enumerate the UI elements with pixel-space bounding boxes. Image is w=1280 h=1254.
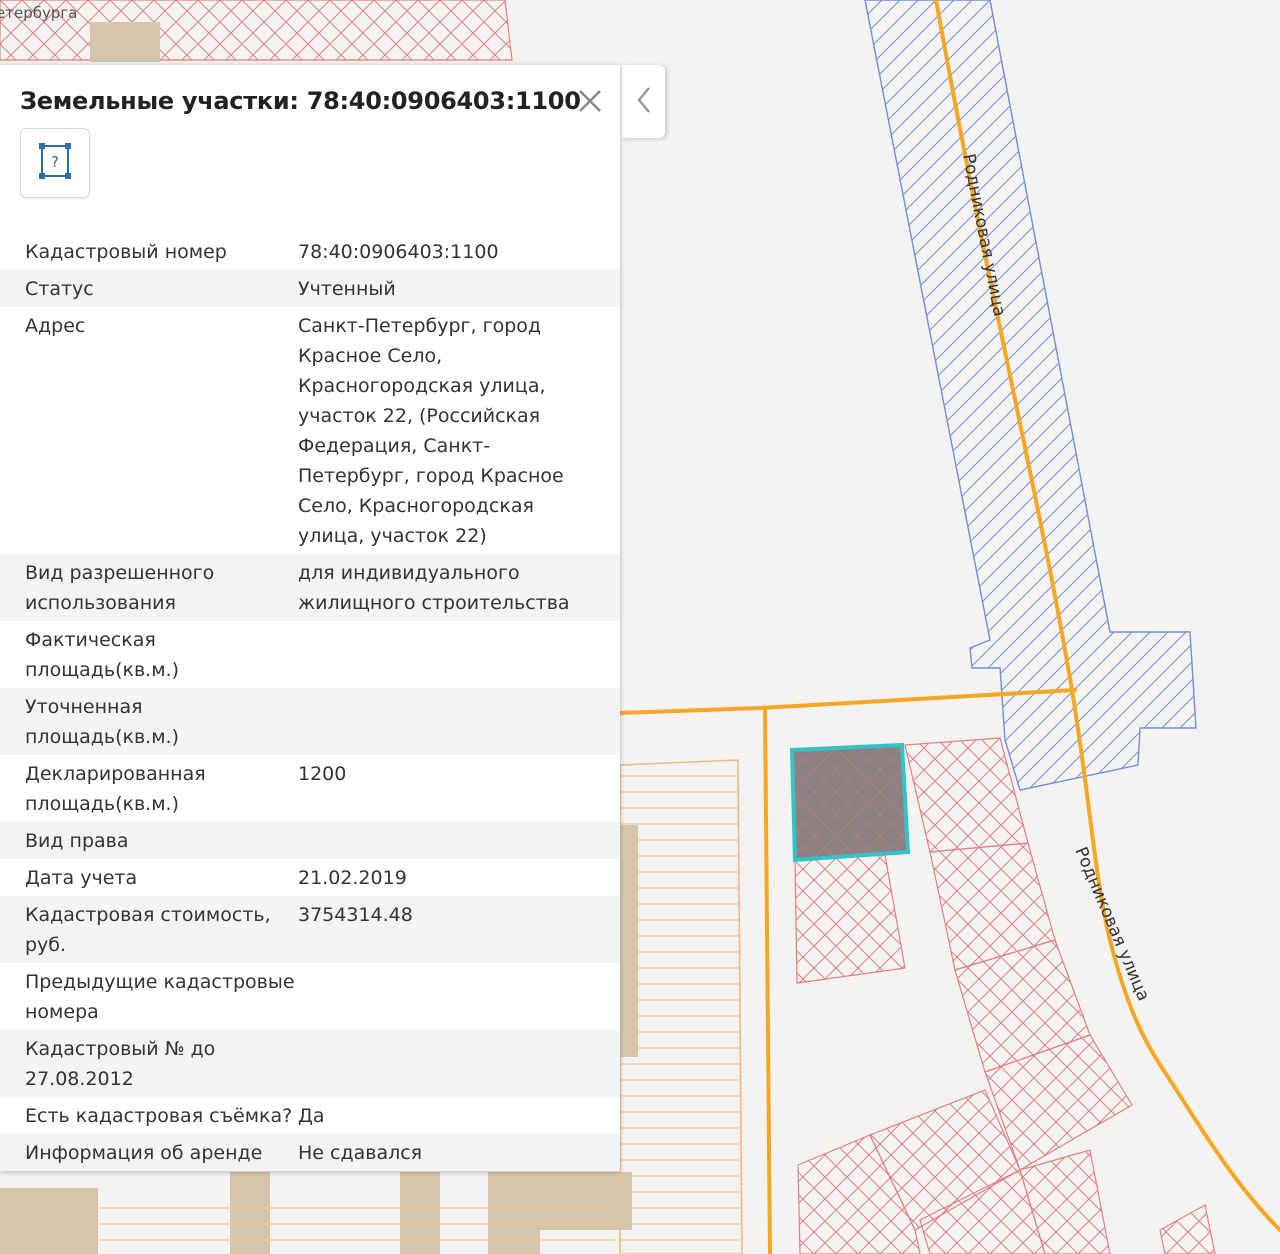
selected-parcel[interactable] [789, 742, 911, 863]
collapse-panel-button[interactable] [622, 65, 665, 138]
property-key: Статус [25, 278, 94, 300]
property-value: Учтенный [298, 278, 396, 300]
property-row: Вид разрешенного использования для индив… [0, 554, 620, 621]
property-key: Вид разрешенного использования [25, 562, 215, 614]
geometry-button[interactable]: ? [20, 128, 90, 198]
close-icon [574, 90, 606, 121]
chevron-left-icon [634, 85, 654, 119]
property-key: Кадастровый № до 27.08.2012 [25, 1038, 216, 1090]
road-polygon [864, 0, 1197, 791]
property-key: Информация об аренде [25, 1142, 263, 1164]
property-value [298, 1034, 598, 1094]
close-button[interactable] [574, 85, 606, 117]
property-row: Фактическая площадь(кв.м.) [0, 621, 620, 688]
property-row: Декларированная площадь(кв.м.) 1200 [0, 755, 620, 822]
property-row: Кадастровый номер 78:40:0906403:1100 [0, 233, 620, 270]
property-key: Дата учета [25, 867, 138, 889]
property-row: Предыдущие кадастровые номера [0, 963, 620, 1030]
info-panel: Земельные участки: 78:40:0906403:1100 ? … [0, 65, 620, 1171]
property-row: Вид права [0, 822, 620, 859]
property-key: Есть кадастровая съёмка? [25, 1105, 293, 1127]
property-row: Адрес Санкт-Петербург, город Красное Сел… [0, 307, 620, 554]
property-value [298, 826, 598, 856]
property-value [298, 967, 598, 1027]
property-value: 21.02.2019 [298, 867, 407, 889]
property-row: Кадастровый № до 27.08.2012 [0, 1030, 620, 1097]
property-value [298, 625, 598, 685]
property-value: Санкт-Петербург, город Красное Село, Кра… [298, 315, 564, 547]
property-value: Да [298, 1105, 325, 1127]
svg-text:?: ? [51, 153, 59, 171]
property-value: для индивидуального жилищного строительс… [298, 562, 570, 614]
property-key: Фактическая площадь(кв.м.) [25, 629, 179, 681]
property-key: Кадастровый номер [25, 241, 227, 263]
geometry-icon: ? [37, 141, 73, 185]
street-label-lower: Родниковая улица [1070, 844, 1153, 1004]
property-value [298, 692, 598, 752]
property-row: Дата учета 21.02.2019 [0, 859, 620, 896]
property-key: Предыдущие кадастровые номера [25, 971, 295, 1023]
bottom-hatch [100, 1195, 615, 1254]
map-city-label: етербурга [0, 4, 77, 22]
parcel-block-left [619, 759, 743, 1254]
property-row: Есть кадастровая съёмка? Да [0, 1097, 620, 1134]
property-row: Кадастровая стоимость, руб. 3754314.48 [0, 896, 620, 963]
property-key: Кадастровая стоимость, руб. [25, 904, 271, 956]
property-key: Адрес [25, 315, 86, 337]
property-key: Уточненная площадь(кв.м.) [25, 696, 179, 748]
panel-title: Земельные участки: 78:40:0906403:1100 [20, 87, 581, 115]
property-value: 3754314.48 [298, 904, 413, 926]
property-row: Статус Учтенный [0, 270, 620, 307]
properties-table: Кадастровый номер 78:40:0906403:1100 Ста… [0, 233, 620, 1171]
property-value: Не сдавался [298, 1142, 423, 1164]
property-row: Информация об аренде Не сдавался [0, 1134, 620, 1171]
property-row: Уточненная площадь(кв.м.) [0, 688, 620, 755]
property-value: 1200 [298, 763, 347, 785]
property-key: Декларированная площадь(кв.м.) [25, 763, 206, 815]
property-value: 78:40:0906403:1100 [298, 241, 499, 263]
property-key: Вид права [25, 830, 129, 852]
